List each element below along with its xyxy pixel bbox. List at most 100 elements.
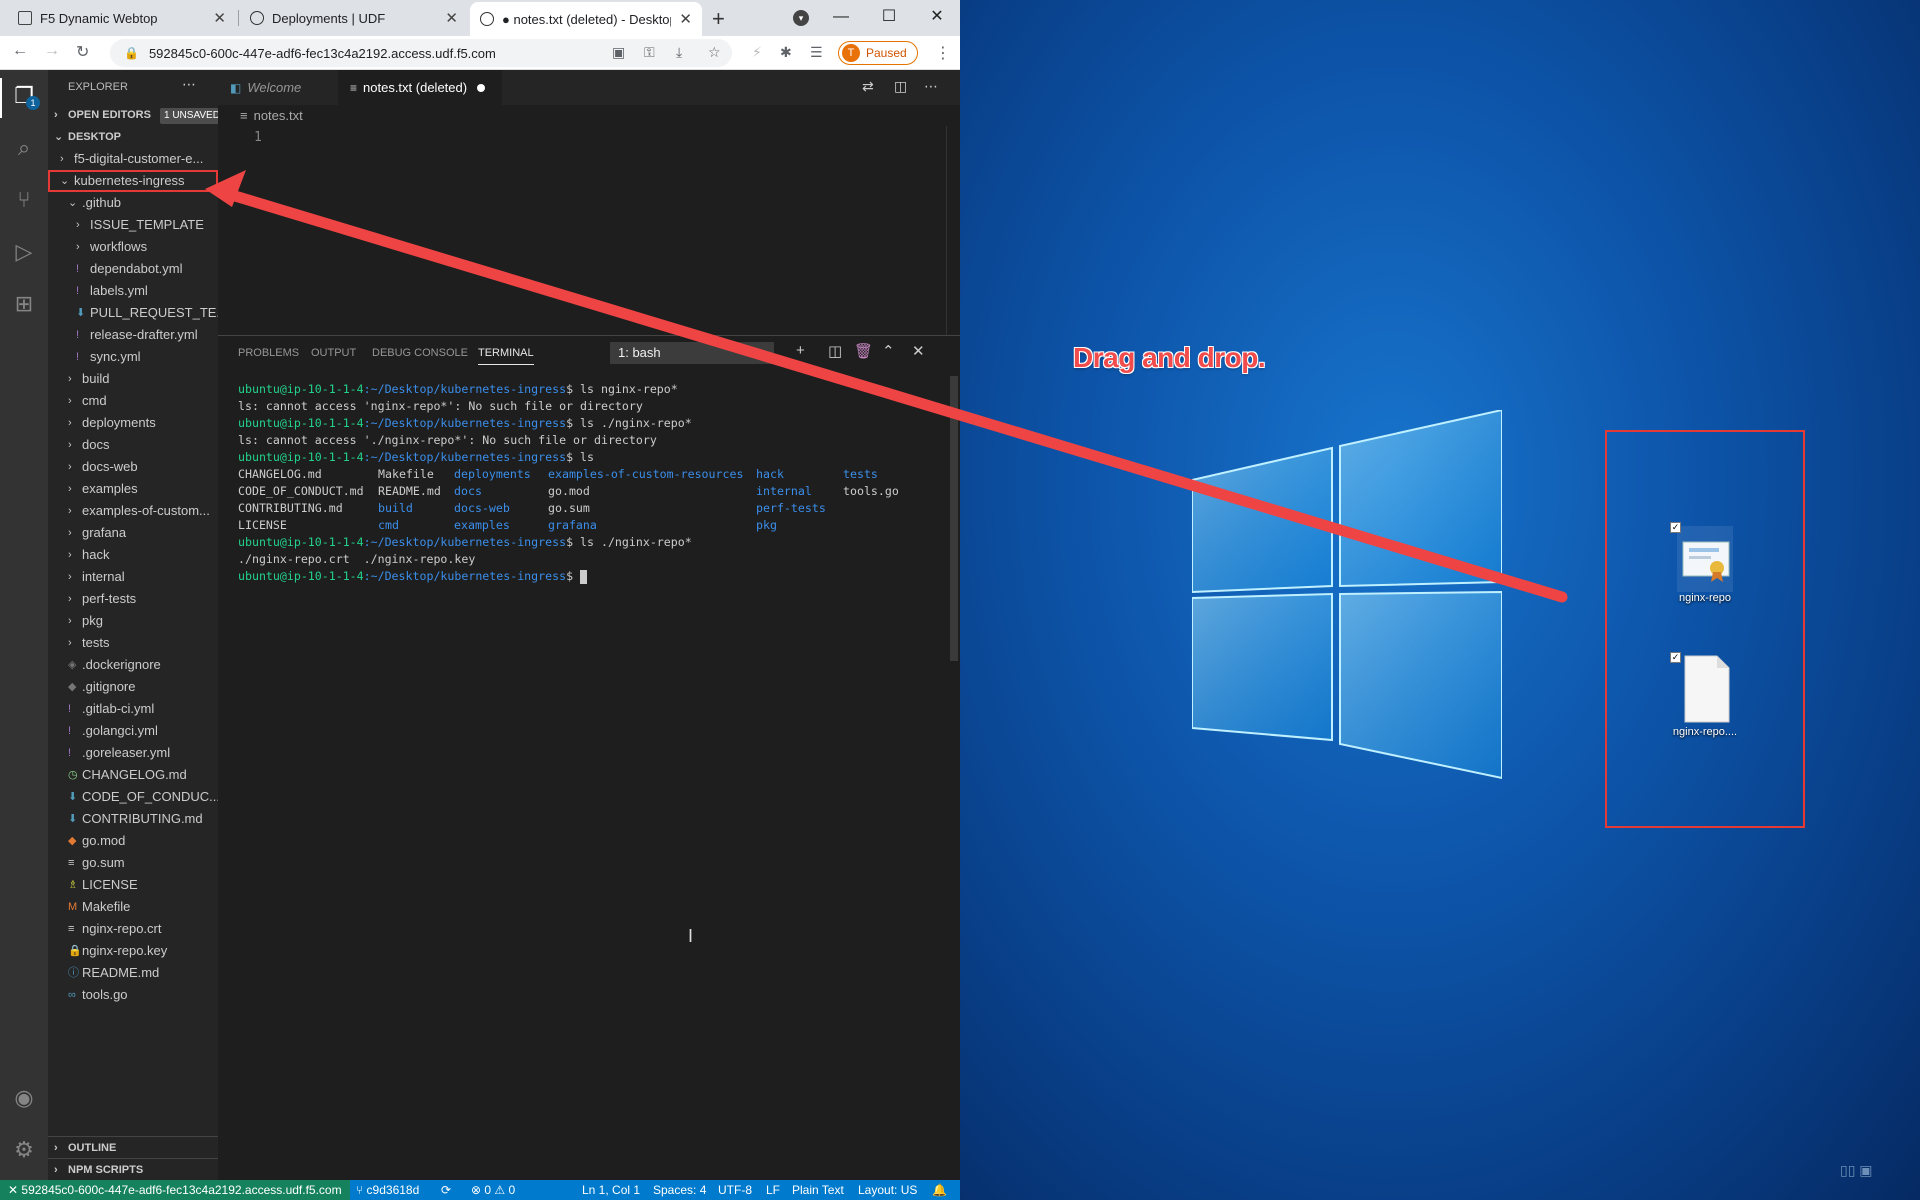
tree-file[interactable]: ⬇ CONTRIBUTING.md: [48, 808, 218, 830]
remote-indicator[interactable]: ✕ 592845c0-600c-447e-adf6-fec13c4a2192.a…: [0, 1180, 350, 1200]
breadcrumb[interactable]: ≡ notes.txt: [240, 108, 303, 123]
tree-folder[interactable]: › perf-tests: [48, 588, 218, 610]
tree-folder[interactable]: › workflows: [48, 236, 218, 258]
tree-folder[interactable]: › internal: [48, 566, 218, 588]
desktop-section[interactable]: ⌄ DESKTOP: [48, 126, 218, 148]
tree-file[interactable]: ⬇ CODE_OF_CONDUC...: [48, 786, 218, 808]
install-icon[interactable]: ⤓: [676, 44, 682, 61]
notifications-bell-icon[interactable]: 🔔: [932, 1180, 947, 1200]
tree-folder[interactable]: › f5-digital-customer-e...: [48, 148, 218, 170]
key-icon[interactable]: ⚿: [644, 44, 655, 61]
tab-welcome[interactable]: ◧ Welcome: [218, 70, 338, 105]
tree-folder[interactable]: › examples-of-custom...: [48, 500, 218, 522]
terminal-scrollbar[interactable]: [950, 376, 958, 661]
tree-folder[interactable]: › tests: [48, 632, 218, 654]
tree-file[interactable]: ◆ .gitignore: [48, 676, 218, 698]
tab-problems[interactable]: PROBLEMS: [238, 347, 299, 359]
tree-folder[interactable]: › deployments: [48, 412, 218, 434]
close-panel-icon[interactable]: ✕: [912, 342, 925, 360]
search-icon[interactable]: ⌕: [8, 132, 40, 164]
split-terminal-icon[interactable]: ◫: [828, 342, 842, 360]
close-tab-icon[interactable]: ✕: [213, 9, 226, 27]
editor-scrollbar[interactable]: [946, 126, 960, 336]
back-arrow-icon[interactable]: ←: [12, 42, 28, 60]
tree-file[interactable]: ! dependabot.yml: [48, 258, 218, 280]
minimize-icon[interactable]: —: [818, 0, 864, 36]
browser-tab-udf[interactable]: Deployments | UDF ✕: [240, 0, 468, 36]
open-changes-icon[interactable]: ⇄: [862, 78, 874, 95]
tree-file[interactable]: ⓘ README.md: [48, 962, 218, 984]
indentation[interactable]: Spaces: 4: [653, 1180, 706, 1200]
tree-file[interactable]: 🔒 nginx-repo.key: [48, 940, 218, 962]
extensions-puzzle-icon[interactable]: ✱: [780, 44, 792, 61]
unsaved-dot-icon[interactable]: [477, 84, 486, 92]
tree-folder[interactable]: ⌄ .github: [48, 192, 218, 214]
browser-tab-webtop[interactable]: F5 Dynamic Webtop ✕: [8, 0, 236, 36]
tree-file[interactable]: ! .goreleaser.yml: [48, 742, 218, 764]
profile-paused-button[interactable]: T Paused: [838, 41, 918, 65]
tree-folder[interactable]: › ISSUE_TEMPLATE: [48, 214, 218, 236]
bolt-icon[interactable]: ⚡: [752, 44, 762, 61]
new-tab-plus-icon[interactable]: +: [712, 6, 725, 32]
terminal-output[interactable]: ubuntu@ip-10-1-1-4:~/Desktop/kubernetes-…: [238, 381, 938, 585]
tree-file[interactable]: ◈ .dockerignore: [48, 654, 218, 676]
tree-folder[interactable]: › examples: [48, 478, 218, 500]
more-actions-icon[interactable]: ⋯: [924, 78, 938, 95]
reload-icon[interactable]: ↻: [76, 42, 89, 62]
extensions-icon[interactable]: ⊞: [8, 288, 40, 320]
terminal-select[interactable]: 1: bash ⌄: [610, 342, 774, 364]
problems-status[interactable]: ⊗ 0 ⚠ 0: [471, 1180, 515, 1200]
sync-icon[interactable]: ⟳: [441, 1180, 451, 1200]
keyboard-layout[interactable]: Layout: US: [858, 1180, 917, 1200]
tab-search-icon[interactable]: ▾: [793, 10, 809, 26]
run-debug-icon[interactable]: ▷: [8, 236, 40, 268]
tree-file[interactable]: ! labels.yml: [48, 280, 218, 302]
tree-file[interactable]: ⬇ PULL_REQUEST_TE...: [48, 302, 218, 324]
breadcrumb-label[interactable]: notes.txt: [254, 108, 303, 123]
source-control-icon[interactable]: ⑂: [8, 184, 40, 216]
accounts-icon[interactable]: ◉: [8, 1082, 40, 1114]
more-actions-icon[interactable]: ⋯: [182, 76, 196, 93]
settings-gear-icon[interactable]: ⚙: [8, 1134, 40, 1166]
close-window-icon[interactable]: ✕: [914, 0, 960, 36]
split-editor-icon[interactable]: ◫: [894, 78, 907, 95]
tree-folder[interactable]: › docs-web: [48, 456, 218, 478]
maximize-icon[interactable]: ☐: [866, 0, 912, 36]
close-tab-icon[interactable]: ✕: [445, 9, 458, 27]
tree-file[interactable]: ! .gitlab-ci.yml: [48, 698, 218, 720]
tree-file[interactable]: ≡ go.sum: [48, 852, 218, 874]
taskbar-tray-icons[interactable]: ▯▯ ▣: [1840, 1162, 1873, 1179]
checkbox-icon[interactable]: ✓: [1670, 522, 1681, 533]
tab-notes[interactable]: ≡ notes.txt (deleted): [338, 70, 502, 105]
encoding[interactable]: UTF-8: [718, 1180, 752, 1200]
tree-folder[interactable]: › build: [48, 368, 218, 390]
tree-file[interactable]: ◆ go.mod: [48, 830, 218, 852]
cursor-position[interactable]: Ln 1, Col 1: [582, 1180, 640, 1200]
clipboard-icon[interactable]: ▣: [612, 44, 625, 61]
bookmark-star-icon[interactable]: ☆: [708, 44, 721, 61]
tree-file[interactable]: ! sync.yml: [48, 346, 218, 368]
open-editors-section[interactable]: › OPEN EDITORS 1 UNSAVED: [48, 104, 218, 126]
tree-file[interactable]: ! .golangci.yml: [48, 720, 218, 742]
trash-icon[interactable]: 🗑: [854, 342, 873, 360]
new-terminal-plus-icon[interactable]: +: [796, 342, 805, 359]
desktop-icon-nginx-repo-key[interactable]: ✓ nginx-repo....: [1660, 652, 1750, 738]
tree-file[interactable]: ♗ LICENSE: [48, 874, 218, 896]
tab-output[interactable]: OUTPUT: [311, 347, 356, 359]
tree-folder[interactable]: › hack: [48, 544, 218, 566]
desktop-icon-nginx-repo-crt[interactable]: ✓ nginx-repo: [1660, 522, 1750, 604]
close-tab-icon[interactable]: ✕: [679, 10, 692, 28]
tree-folder[interactable]: › docs: [48, 434, 218, 456]
maximize-panel-chevron-up-icon[interactable]: ⌃: [882, 342, 895, 360]
tab-debug-console[interactable]: DEBUG CONSOLE: [372, 347, 468, 359]
checkbox-icon[interactable]: ✓: [1670, 652, 1681, 663]
language-mode[interactable]: Plain Text: [792, 1180, 844, 1200]
npm-scripts-section[interactable]: › NPM SCRIPTS: [48, 1158, 218, 1180]
reading-list-icon[interactable]: ☰: [810, 44, 823, 61]
url-text[interactable]: 592845c0-600c-447e-adf6-fec13c4a2192.acc…: [149, 46, 496, 61]
tree-folder[interactable]: ⌄ kubernetes-ingress: [48, 170, 218, 192]
tree-folder[interactable]: › grafana: [48, 522, 218, 544]
browser-menu-icon[interactable]: ⋮: [935, 43, 951, 63]
omnibox[interactable]: 🔒 592845c0-600c-447e-adf6-fec13c4a2192.a…: [110, 39, 732, 67]
forward-arrow-icon[interactable]: →: [44, 42, 60, 60]
